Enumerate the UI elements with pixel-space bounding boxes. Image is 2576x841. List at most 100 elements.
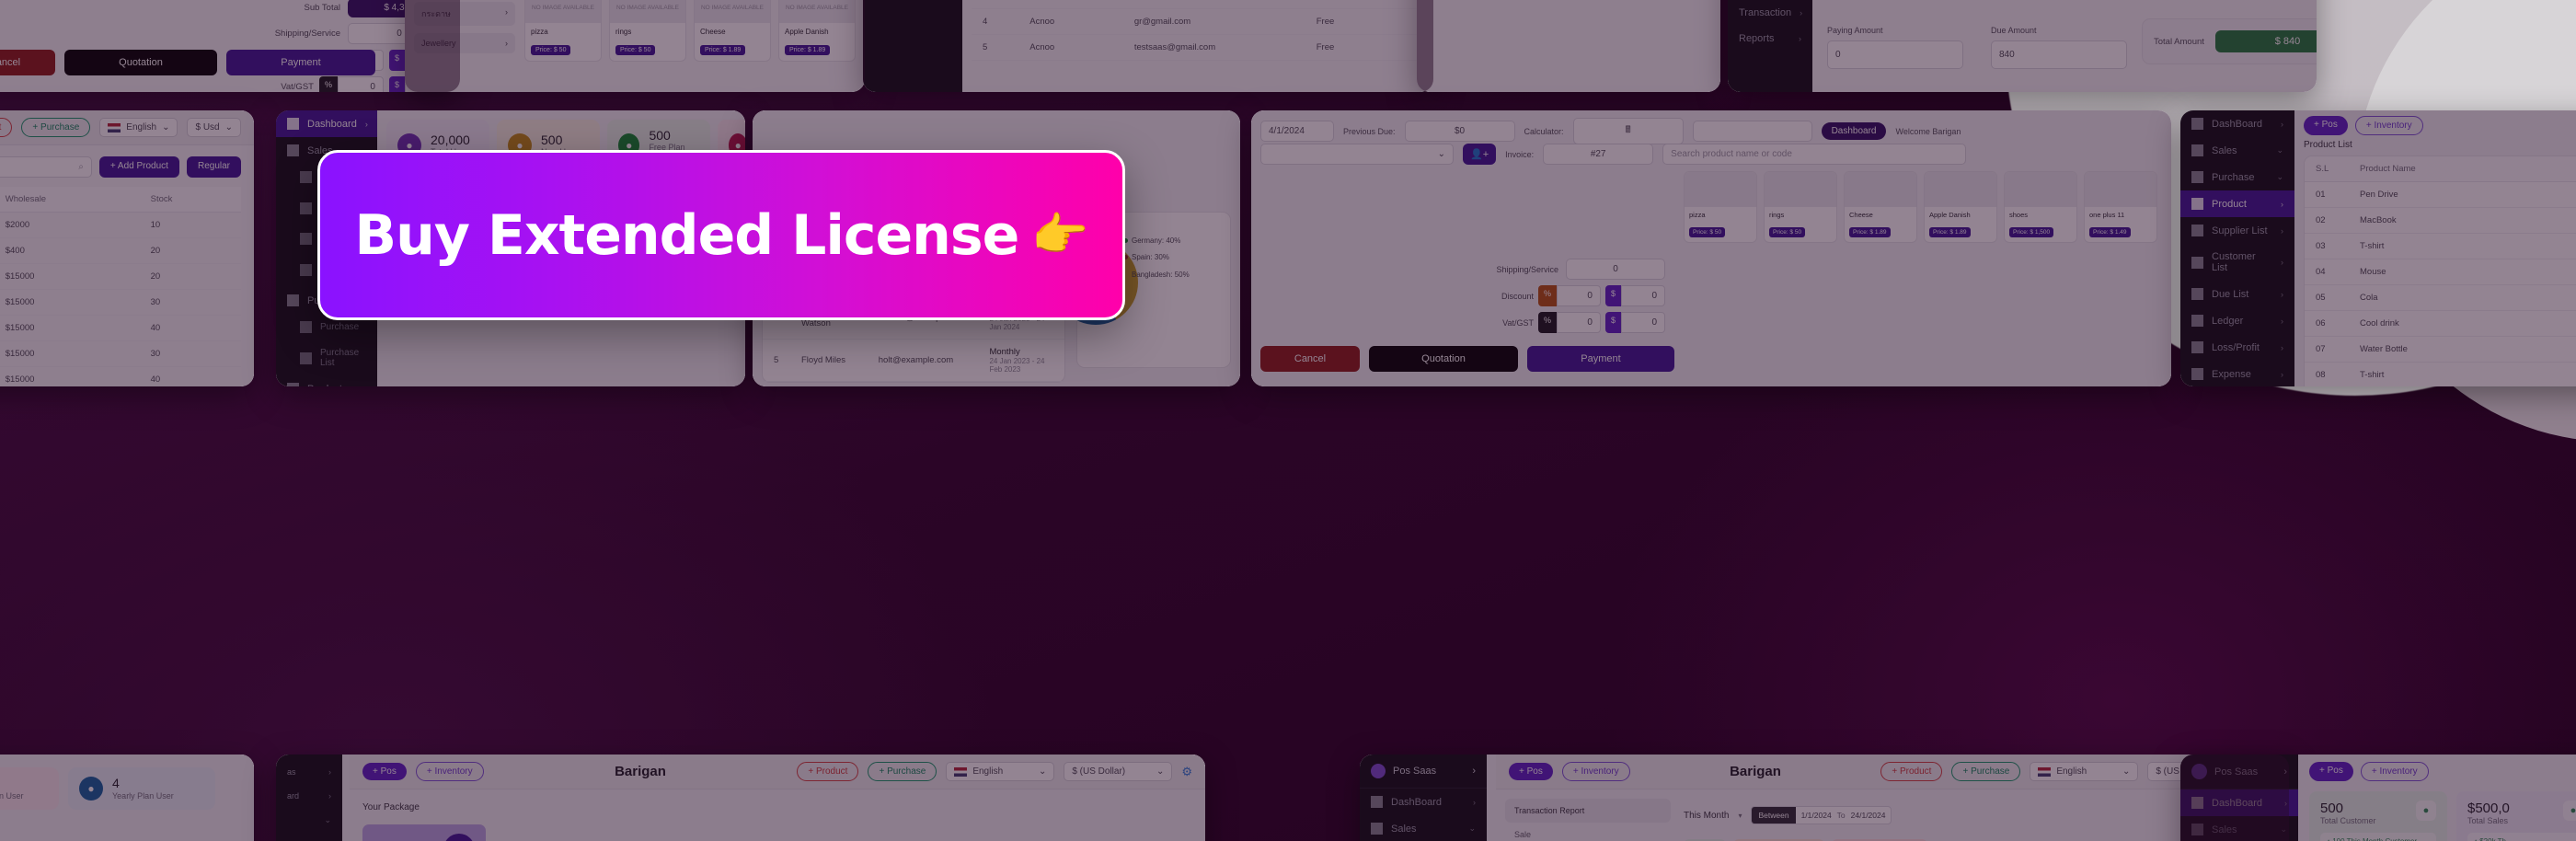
sidebar-item-sales[interactable]: Sales⌄	[2180, 816, 2298, 841]
sidebar-item-supplier-list[interactable]: Supplier List ›	[2180, 217, 2294, 244]
sidebar-item-product[interactable]: Product	[276, 375, 377, 386]
stat-card[interactable]: ● 4 Yearly Plan User	[68, 767, 215, 810]
product-card[interactable]: Apple Danish Price: $ 1.89	[1924, 171, 1997, 243]
inventory-pill[interactable]: + Inventory	[1561, 762, 1630, 781]
due-amount-input[interactable]: 840	[1991, 40, 2127, 69]
table-row[interactable]: 01 Pen Drive	[2305, 181, 2576, 208]
sidebar-item-customer-list[interactable]: Customer List ›	[2180, 244, 2294, 281]
sidebar-item[interactable]: as ›	[276, 755, 342, 784]
search-input[interactable]: Search⌕	[0, 156, 92, 178]
category-item[interactable]: กระดาษ ›	[414, 2, 515, 26]
product-card[interactable]: NO IMAGE AVAILABLE rings Price: $ 50	[609, 0, 686, 62]
currency-select[interactable]: $ (US Dollar)⌄	[1064, 762, 1173, 781]
currency-select[interactable]: $ Usd ⌄	[187, 118, 241, 137]
sidebar-item-reports[interactable]: Reports ›	[1728, 26, 1812, 52]
extra-field[interactable]	[1692, 121, 1812, 142]
sidebar-item-dashboard[interactable]: DashBoard ›	[1360, 789, 1487, 815]
product-card[interactable]: one plus 11 Price: $ 1.49	[2084, 171, 2157, 243]
table-row[interactable]: $15000$15000$1500030	[0, 340, 241, 367]
language-select[interactable]: English ⌄	[2030, 762, 2139, 781]
date-to[interactable]: 24/1/2024	[1846, 807, 1892, 824]
inventory-pill[interactable]: + Inventory	[2354, 116, 2423, 135]
sidebar-item-purchase-list[interactable]: Purchase List	[276, 340, 377, 375]
table-row[interactable]: $15000$15000$1500040	[0, 366, 241, 386]
right-sidebar[interactable]: DashBoard › Sales ⌄ Purchase ⌄ Product › Supplie…	[2180, 110, 2294, 386]
add-purchase-pill[interactable]: + Purchase	[1951, 762, 2021, 781]
sidebar-item[interactable]: ⌄	[276, 808, 342, 833]
table-row[interactable]: $15000$15000$1500030	[0, 289, 241, 316]
table-row[interactable]: 06 Cool drink	[2305, 310, 2576, 337]
tile-bottom-stats[interactable]: ●135Free Plan User●0Monthly Plan User●4Y…	[0, 755, 254, 841]
product-card[interactable]: rings Price: $ 50	[1764, 171, 1837, 243]
pos-pill[interactable]: + Pos	[2309, 762, 2353, 781]
table-row[interactable]: 03 T-shirt	[2305, 233, 2576, 259]
paying-amount-input[interactable]: 0	[1827, 40, 1963, 69]
sidebar-item-purchase[interactable]: Purchase ⌄	[2180, 164, 2294, 190]
summary-card[interactable]: $500,0Total Sales ● ↑ $20k Th	[2456, 791, 2576, 841]
date-field[interactable]: 4/1/2024	[1260, 121, 1334, 142]
payment-button[interactable]: Payment	[1527, 346, 1674, 372]
table-row[interactable]: 05 Cola	[2305, 284, 2576, 311]
cancel-button[interactable]: Cancel	[1260, 346, 1360, 372]
tile-pos-left[interactable]: Sub Total $ 4,385 Shipping/Service 0 Dis…	[0, 0, 460, 92]
sidebar-item[interactable]: ⌄	[276, 833, 342, 841]
dashboard-tab[interactable]: Dashboard	[1821, 122, 1887, 140]
quotation-button[interactable]: Quotation	[64, 50, 217, 75]
table-row[interactable]: 5 Acnoo testsaas@gmail.com Free	[972, 34, 1426, 61]
tile-product-strip[interactable]: กระดาษ › Jewellery › NO IMAGE AVAILABLE piz…	[405, 0, 865, 92]
sidebar-item-sales[interactable]: Sales⌄	[1360, 815, 1487, 841]
stat-card[interactable]: ●0Monthly Plan User	[0, 767, 59, 810]
add-customer-button[interactable]: 👤+	[1463, 144, 1497, 165]
shipping-input[interactable]: 0	[1566, 259, 1665, 280]
table-row[interactable]: 02 MacBook	[2305, 207, 2576, 234]
calculator-button[interactable]: 🖩	[1572, 118, 1684, 144]
sidebar-item-dashboard[interactable]: Dashboard ›	[276, 110, 377, 137]
cancel-button[interactable]: Cancel	[0, 50, 55, 75]
table-row[interactable]: $400$400$40020	[0, 237, 241, 264]
vat-pct-input[interactable]: 0	[1556, 312, 1601, 333]
table-row[interactable]: $15000$15000$1500040	[0, 315, 241, 341]
vat-amt-input[interactable]: 0	[1621, 312, 1665, 333]
add-purchase-pill[interactable]: + Purchase	[21, 118, 91, 137]
quotation-button[interactable]: Quotation	[1369, 346, 1518, 372]
inventory-pill[interactable]: + Inventory	[415, 762, 484, 781]
add-product-pill[interactable]: + Product	[1880, 762, 1943, 781]
add-product-pill[interactable]: + Product	[797, 762, 859, 781]
tile-maan-store[interactable]: Maan Store + Product + Purchase English⌄…	[0, 110, 254, 386]
tile-barigan-report[interactable]: Pos Saas› DashBoard› Sales⌄ Purchase⌄ + …	[1360, 755, 2289, 841]
tile-product-list[interactable]: DashBoard › Sales ⌄ Purchase ⌄ Product › Supplie…	[2180, 110, 2576, 386]
pos-pill[interactable]: + Pos	[1509, 763, 1553, 780]
sidebar-item-dashboard[interactable]: DashBoard ›	[2180, 110, 2294, 137]
summary-card[interactable]: 500Total Customer ● ↑ 100 This Month Custo…	[2309, 791, 2447, 841]
tile-users[interactable]: Pos Saas Version 1.0.0 Recently Register…	[863, 0, 1433, 92]
table-row[interactable]: 04 Mouse	[2305, 259, 2576, 285]
add-purchase-pill[interactable]: + Purchase	[868, 762, 937, 781]
buy-extended-license-banner[interactable]: Buy Extended License 👉	[317, 150, 1125, 320]
product-card[interactable]: Cheese Price: $ 1.89	[1844, 171, 1917, 243]
sidebar-item-product[interactable]: Product ›	[2180, 190, 2294, 217]
sidebar-item-dashboard[interactable]: DashBoard ›	[2180, 789, 2298, 816]
tile-pos-main[interactable]: 4/1/2024 Previous Due: $0 Calculator: 🖩 …	[1251, 110, 2171, 386]
report-menu-item[interactable]: Sale	[1505, 823, 1671, 841]
language-select[interactable]: English ⌄	[99, 118, 178, 137]
tile-pos-amounts[interactable]: › Loss/Profit› Expense› Income› Transact…	[1728, 0, 2317, 92]
date-from[interactable]: 1/1/2024	[1796, 807, 1837, 824]
product-card[interactable]: NO IMAGE AVAILABLE Apple Danish Price: $ 1…	[778, 0, 856, 62]
inventory-pill[interactable]: + Inventory	[2360, 762, 2429, 781]
product-card[interactable]: NO IMAGE AVAILABLE pizza Price: $ 50	[524, 0, 602, 62]
regular-button[interactable]: Regular	[186, 156, 241, 178]
product-search-input[interactable]: Search product name or code	[1662, 144, 1967, 165]
sidebar-item-ledger[interactable]: Ledger ›	[2180, 307, 2294, 334]
payment-button[interactable]: Payment	[226, 50, 375, 75]
sidebar-item-dashboard[interactable]: ard ›	[276, 784, 342, 808]
filter-label[interactable]: This Month	[1684, 811, 1729, 821]
table-row[interactable]: 5 Floyd Miles holt@example.com Monthly 24 Ja…	[763, 339, 1064, 382]
table-row[interactable]: $15000$15000$1500020	[0, 263, 241, 290]
product-card[interactable]: shoes Price: $ 1,500	[2004, 171, 2077, 243]
sidebar-item-loss-profit[interactable]: Loss/Profit ›	[2180, 334, 2294, 361]
sidebar-item-due-list[interactable]: Due List ›	[2180, 281, 2294, 307]
report-menu-item[interactable]: Transaction Report	[1505, 799, 1671, 823]
tile-user-overview[interactable]: User overview Free: 95.07% Premium: 4.93…	[1417, 0, 1720, 92]
table-row[interactable]: 07 Water Bottle	[2305, 336, 2576, 363]
table-row[interactable]: 3Island Basketinfo.islandbasket@gmail.co…	[972, 0, 1426, 9]
